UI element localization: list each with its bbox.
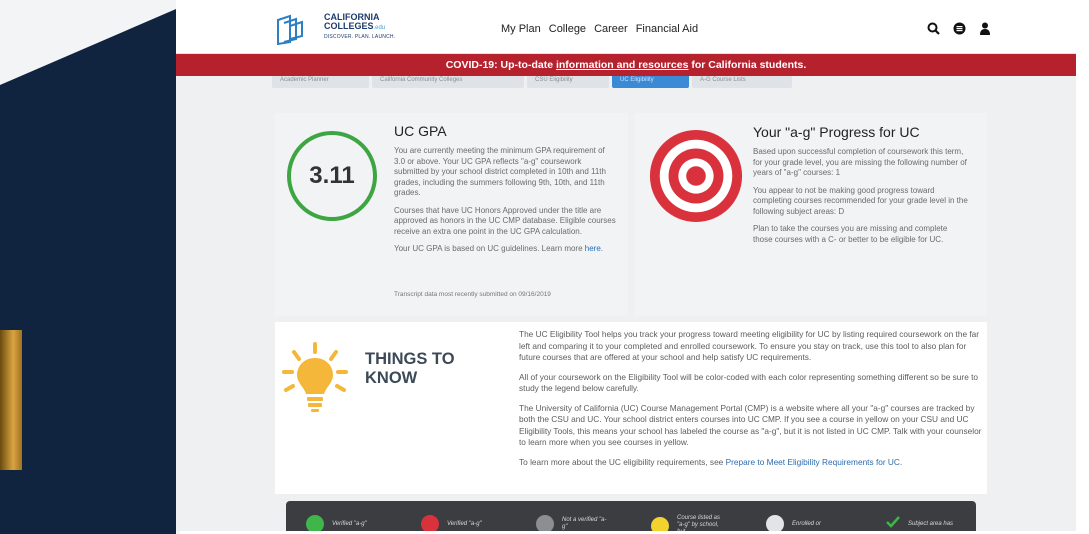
things-paragraph-2: All of your coursework on the Eligibilit… (519, 371, 979, 394)
covid-banner: COVID-19: Up-to-date information and res… (176, 54, 1076, 76)
things-paragraph-4: To learn more about the UC eligibility r… (519, 457, 984, 469)
browser-screen: CALIFORNIA COLLEGES.edu DISCOVER. PLAN. … (176, 9, 1076, 531)
ag-progress-card: Your "a-g" Progress for UC Based upon su… (635, 113, 987, 316)
uc-gpa-card: 3.11 UC GPA You are currently meeting th… (275, 113, 628, 316)
legend-label: Enrolled or (792, 520, 822, 527)
gpa-card-title: UC GPA (394, 123, 447, 139)
tab-california-community-colleges[interactable]: California Community Colleges (372, 76, 524, 88)
eligibility-tabs: Academic Planner California Community Co… (272, 76, 792, 88)
legend-dot (536, 515, 554, 531)
legend-item: Not a verified "a-g" (536, 515, 610, 531)
covid-banner-suffix: for California students. (688, 59, 807, 71)
top-navigation: CALIFORNIA COLLEGES.edu DISCOVER. PLAN. … (176, 9, 1076, 54)
things-to-know-section: THINGS TO KNOW The UC Eligibility Tool h… (275, 322, 987, 494)
nav-link-financial-aid[interactable]: Financial Aid (636, 23, 698, 35)
covid-banner-prefix: COVID-19: Up-to-date (445, 59, 556, 71)
legend-item: Verified "a-g" (306, 515, 380, 531)
legend-label: Verified "a-g" (447, 520, 482, 527)
gpa-learn-more-link[interactable]: here (585, 244, 601, 253)
check-icon (886, 515, 900, 531)
legend-dot (766, 515, 784, 531)
legend-label: Subject area has (908, 520, 954, 527)
gpa-paragraph-3-end: . (600, 244, 604, 253)
nav-icon-group (926, 21, 992, 35)
things-to-know-text: The UC Eligibility Tool helps you track … (519, 329, 984, 476)
nav-link-college[interactable]: College (549, 23, 586, 35)
legend-label: Not a verified "a-g" (562, 517, 607, 530)
things-paragraph-4-text: To learn more about the UC eligibility r… (519, 456, 726, 467)
legend-dot (306, 515, 324, 531)
progress-paragraph-2: You appear to not be making good progres… (753, 185, 968, 216)
gpa-paragraph-3-text: Your UC GPA is based on UC guidelines. L… (394, 244, 585, 253)
legend-item: Subject area has (886, 515, 956, 531)
logo-icon[interactable] (276, 14, 306, 46)
legend-dot (421, 515, 439, 531)
tab-academic-planner[interactable]: Academic Planner (272, 76, 369, 88)
logo-edu: .edu (373, 25, 386, 31)
logo-wordmark[interactable]: CALIFORNIA COLLEGES.edu DISCOVER. PLAN. … (324, 13, 395, 42)
things-title-line2: KNOW (365, 369, 418, 387)
progress-paragraph-3: Plan to take the courses you are missing… (753, 224, 948, 244)
nav-link-my-plan[interactable]: My Plan (501, 23, 541, 35)
progress-card-body: Based upon successful completion of cour… (753, 147, 969, 252)
things-paragraph-4-end: . (899, 456, 903, 467)
eligibility-requirements-link[interactable]: Prepare to Meet Eligibility Requirements… (726, 457, 900, 467)
legend-label: Verified "a-g" (332, 520, 367, 527)
progress-card-title: Your "a-g" Progress for UC (753, 124, 920, 140)
user-icon[interactable] (978, 21, 992, 35)
legend-dot (651, 516, 669, 531)
color-legend: Verified "a-g" Verified "a-g" Not a veri… (286, 501, 976, 531)
transcript-date: Transcript data most recently submitted … (394, 291, 551, 298)
main-menu: My Plan College Career Financial Aid (501, 23, 698, 35)
legend-label: Course listed as "a-g" by school, but (677, 515, 721, 531)
background-photo-strip (0, 330, 22, 470)
logo-line2: COLLEGES (324, 21, 374, 31)
menu-icon[interactable] (952, 21, 966, 35)
things-to-know-title: THINGS TO KNOW (365, 350, 485, 388)
gpa-card-body: You are currently meeting the minimum GP… (394, 146, 616, 262)
tab-a-g-course-lists[interactable]: A-G Course Lists (692, 76, 792, 88)
search-icon[interactable] (926, 21, 940, 35)
gpa-paragraph-1: You are currently meeting the minimum GP… (394, 146, 606, 197)
gpa-paragraph-2: Courses that have UC Honors Approved und… (394, 205, 616, 236)
progress-paragraph-1: Based upon successful completion of cour… (753, 147, 967, 177)
lightbulb-icon (282, 342, 348, 412)
tab-uc-eligibility[interactable]: UC Eligibility (612, 76, 689, 88)
legend-item: Course listed as "a-g" by school, but (651, 515, 725, 531)
covid-banner-link[interactable]: information and resources (556, 59, 688, 71)
legend-item: Verified "a-g" (421, 515, 495, 531)
nav-link-career[interactable]: Career (594, 23, 628, 35)
tab-csu-eligibility[interactable]: CSU Eligibility (527, 76, 609, 88)
logo-tagline: DISCOVER. PLAN. LAUNCH. (324, 34, 396, 40)
gpa-value: 3.11 (309, 162, 355, 189)
target-icon (649, 129, 743, 223)
gpa-paragraph-3: Your UC GPA is based on UC guidelines. L… (394, 244, 616, 255)
legend-item: Enrolled or (766, 515, 840, 531)
things-paragraph-3: The University of California (UC) Course… (519, 402, 982, 448)
things-title-line1: THINGS TO (365, 350, 455, 368)
things-paragraph-1: The UC Eligibility Tool helps you track … (519, 329, 980, 362)
gpa-ring: 3.11 (287, 131, 377, 221)
